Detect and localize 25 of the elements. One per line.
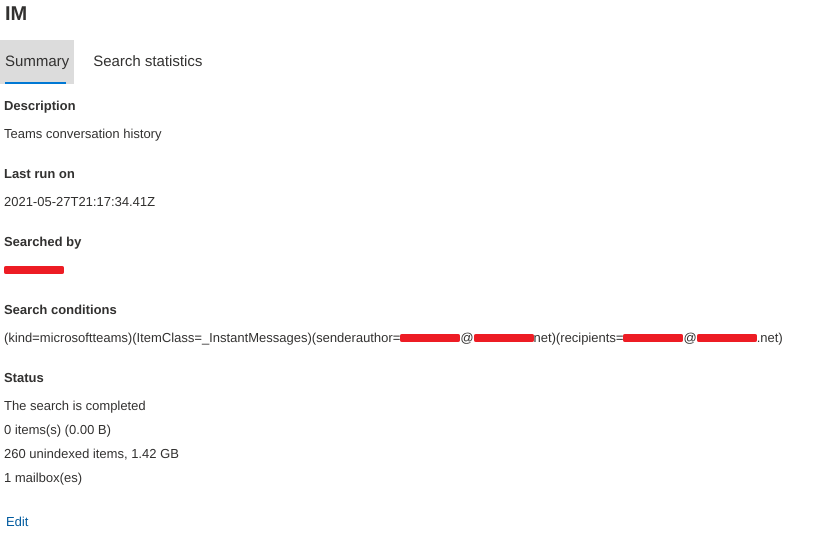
field-value: 260 unindexed items, 1.42 GB	[4, 445, 179, 464]
field-label: Search conditions	[4, 302, 118, 318]
field-value: Teams conversation history	[4, 125, 162, 144]
field-value: 0 items(s) (0.00 B)	[4, 421, 111, 440]
redaction-mark	[474, 334, 534, 342]
field-value: @	[460, 329, 474, 348]
redaction-mark	[623, 334, 684, 342]
field-label: Status	[4, 370, 45, 386]
field-value: @	[683, 329, 697, 348]
redaction-mark	[400, 334, 460, 342]
field-value: net)(recipients=	[534, 329, 624, 348]
field-value: 2021-05-27T21:17:34.41Z	[4, 193, 156, 212]
page-title: IM	[4, 2, 28, 27]
field-value: .net)	[756, 329, 783, 348]
edit-link[interactable]: Edit	[6, 512, 28, 532]
tab[interactable]: Summary	[0, 40, 74, 84]
redaction-mark	[696, 334, 757, 342]
tab[interactable]: Search statistics	[88, 40, 208, 84]
field-label: Description	[4, 98, 77, 114]
field-value: 1 mailbox(es)	[4, 469, 82, 488]
field-value: The search is completed	[4, 397, 146, 416]
redaction-mark	[4, 266, 64, 274]
field-value: (kind=microsoftteams)(ItemClass=_InstantMessages)(senderauthor=	[4, 329, 400, 348]
field-label: Searched by	[4, 234, 82, 250]
field-label: Last run on	[4, 166, 76, 182]
